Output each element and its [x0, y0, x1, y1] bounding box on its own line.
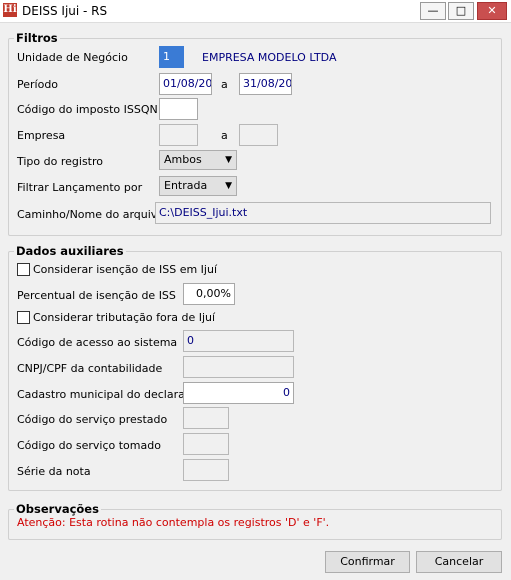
close-icon[interactable]: ✕: [477, 2, 507, 20]
periodo-sep: a: [221, 78, 228, 91]
filtrar-value: Entrada: [164, 179, 208, 192]
dados-title: Dados auxiliares: [14, 244, 126, 258]
percentual-label: Percentual de isenção de ISS: [17, 289, 176, 302]
serie-label: Série da nota: [17, 465, 91, 478]
percentual-input[interactable]: 0,00%: [183, 283, 235, 305]
caminho-label: Caminho/Nome do arquivo: [17, 208, 165, 221]
empresa-sep: a: [221, 129, 228, 142]
maximize-icon[interactable]: □: [448, 2, 474, 20]
cadastro-label: Cadastro municipal do declarante: [17, 388, 203, 401]
servico-prestado-input: [183, 407, 229, 429]
observacoes-title: Observações: [14, 502, 101, 516]
cnpj-input: [183, 356, 294, 378]
codigo-acesso-label: Código de acesso ao sistema: [17, 336, 178, 349]
tributacao-check-label[interactable]: Considerar tributação fora de Ijuí: [33, 311, 215, 324]
unidade-label: Unidade de Negócio: [17, 51, 128, 64]
periodo-fim-input[interactable]: 31/08/20: [239, 73, 292, 95]
tipo-registro-label: Tipo do registro: [17, 155, 103, 168]
tipo-registro-select[interactable]: Ambos ▼: [159, 150, 237, 170]
cancelar-button[interactable]: Cancelar: [416, 551, 502, 573]
periodo-inicio-input[interactable]: 01/08/20: [159, 73, 212, 95]
codigo-issqn-label: Código do imposto ISSQN: [17, 103, 158, 116]
empresa-inicio-input: [159, 124, 198, 146]
title-bar: Hi DEISS Ijui - RS — □ ✕: [0, 0, 511, 23]
servico-tomado-label: Código do serviço tomado: [17, 439, 161, 452]
cadastro-input[interactable]: 0: [183, 382, 294, 404]
tributacao-checkbox[interactable]: [17, 311, 30, 324]
unidade-input[interactable]: 1: [159, 46, 184, 68]
empresa-nome: EMPRESA MODELO LTDA: [202, 51, 337, 64]
isencao-check-label[interactable]: Considerar isenção de ISS em Ijuí: [33, 263, 217, 276]
chevron-down-icon: ▼: [225, 155, 232, 165]
chevron-down-icon: ▼: [225, 181, 232, 191]
empresa-label: Empresa: [17, 129, 66, 142]
codigo-issqn-input[interactable]: [159, 98, 198, 120]
filtros-title: Filtros: [14, 31, 60, 45]
minimize-icon[interactable]: —: [420, 2, 446, 20]
filtrar-select[interactable]: Entrada ▼: [159, 176, 237, 196]
servico-prestado-label: Código do serviço prestado: [17, 413, 168, 426]
codigo-acesso-input: 0: [183, 330, 294, 352]
tipo-registro-value: Ambos: [164, 153, 202, 166]
serie-input: [183, 459, 229, 481]
empresa-fim-input: [239, 124, 278, 146]
observacoes-text: Atenção: Esta rotina não contempla os re…: [17, 516, 330, 529]
app-icon: Hi: [3, 3, 17, 17]
window-title: DEISS Ijui - RS: [22, 4, 108, 18]
cnpj-label: CNPJ/CPF da contabilidade: [17, 362, 163, 375]
caminho-input[interactable]: C:\DEISS_Ijui.txt: [155, 202, 491, 224]
periodo-label: Período: [17, 78, 59, 91]
isencao-checkbox[interactable]: [17, 263, 30, 276]
confirmar-button[interactable]: Confirmar: [325, 551, 410, 573]
servico-tomado-input: [183, 433, 229, 455]
filtrar-label: Filtrar Lançamento por: [17, 181, 143, 194]
